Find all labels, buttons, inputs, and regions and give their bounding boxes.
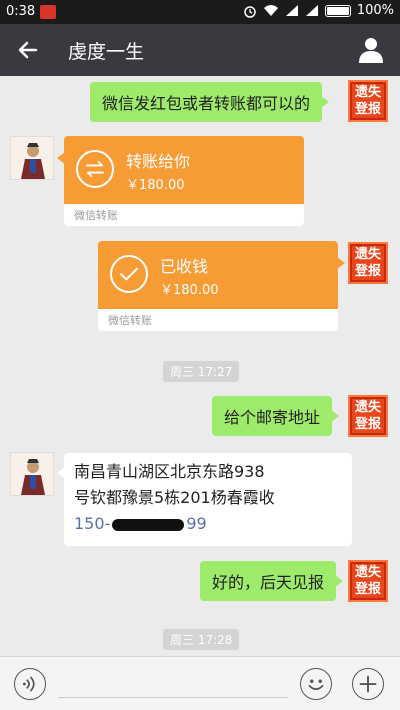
timestamp: 周三 17:27 (163, 361, 240, 382)
chat-header: 虔度一生 (0, 24, 400, 76)
transfer-footer: 微信转账 (108, 314, 152, 327)
back-arrow-icon[interactable] (14, 36, 42, 64)
input-bar (0, 656, 400, 710)
message-text: 号钦都豫景5栋201杨春霞收 (74, 488, 275, 507)
contact-avatar[interactable] (10, 452, 54, 496)
check-icon (110, 255, 148, 293)
transfer-amount: ￥180.00 (126, 178, 185, 193)
timestamp: 周三 17:28 (163, 629, 240, 650)
stamp-text: 遗失 (354, 85, 381, 100)
phone-number[interactable]: 150- 99 (74, 511, 342, 537)
voice-icon[interactable] (14, 668, 46, 700)
transfer-arrows-icon (76, 150, 114, 188)
message-input[interactable] (58, 697, 288, 698)
stamp-text: 登报 (354, 264, 381, 279)
signal-icon (285, 5, 298, 16)
signal-icon (305, 5, 318, 16)
phone-suffix: 99 (186, 514, 207, 533)
stamp-text: 登报 (354, 582, 381, 597)
message-text: 微信发红包或者转账都可以的 (102, 94, 311, 113)
message-text: 给个邮寄地址 (224, 408, 321, 427)
redaction-mark (112, 518, 185, 531)
transfer-title: 转账给你 (126, 152, 191, 171)
wifi-icon (263, 5, 278, 16)
transfer-title: 已收钱 (160, 257, 209, 276)
sender-avatar-stamp[interactable]: 遗失 登报 (348, 242, 388, 284)
stamp-text: 遗失 (354, 565, 381, 580)
phone-prefix: 150- (74, 514, 111, 533)
chat-area[interactable]: 微信发红包或者转账都可以的 遗失 登报 转账给你 ￥180.00 微信转账 已收… (0, 76, 400, 656)
status-bar: 0:38 100% (0, 0, 400, 24)
plus-icon[interactable] (352, 668, 384, 700)
transfer-footer: 微信转账 (74, 209, 118, 222)
emoji-icon[interactable] (300, 668, 332, 700)
contact-avatar[interactable] (10, 136, 54, 180)
message-bubble-sent[interactable]: 好的，后天见报 (200, 561, 344, 601)
message-bubble-received[interactable]: 南昌青山湖区北京东路938 号钦都豫景5栋201杨春霞收 150- 99 (57, 453, 352, 546)
contact-avatar-image (11, 453, 53, 495)
stamp-text: 遗失 (354, 400, 381, 415)
chat-title: 虔度一生 (68, 41, 145, 63)
message-bubble-sent[interactable]: 给个邮寄地址 (212, 396, 340, 436)
transfer-card-received[interactable]: 转账给你 ￥180.00 微信转账 (57, 136, 304, 226)
status-time: 0:38 (6, 4, 36, 19)
sender-avatar-stamp[interactable]: 遗失 登报 (348, 395, 388, 437)
profile-icon[interactable] (356, 35, 386, 65)
status-right: 100% (243, 3, 394, 18)
stamp-text: 登报 (354, 102, 381, 117)
transfer-amount: ￥180.00 (160, 283, 219, 298)
sender-avatar-stamp[interactable]: 遗失 登报 (348, 560, 388, 602)
message-bubble-sent[interactable]: 微信发红包或者转账都可以的 (90, 82, 330, 122)
transfer-card-sent[interactable]: 已收钱 ￥180.00 微信转账 (98, 241, 345, 331)
notification-icon (40, 5, 56, 19)
battery-icon (324, 4, 351, 17)
stamp-text: 登报 (354, 417, 381, 432)
message-text: 好的，后天见报 (212, 573, 325, 592)
contact-avatar-image (11, 137, 53, 179)
message-text: 南昌青山湖区北京东路938 (74, 462, 265, 481)
battery-label: 100% (356, 3, 394, 18)
stamp-text: 遗失 (354, 247, 381, 262)
alarm-icon (244, 5, 256, 18)
sender-avatar-stamp[interactable]: 遗失 登报 (348, 80, 388, 122)
